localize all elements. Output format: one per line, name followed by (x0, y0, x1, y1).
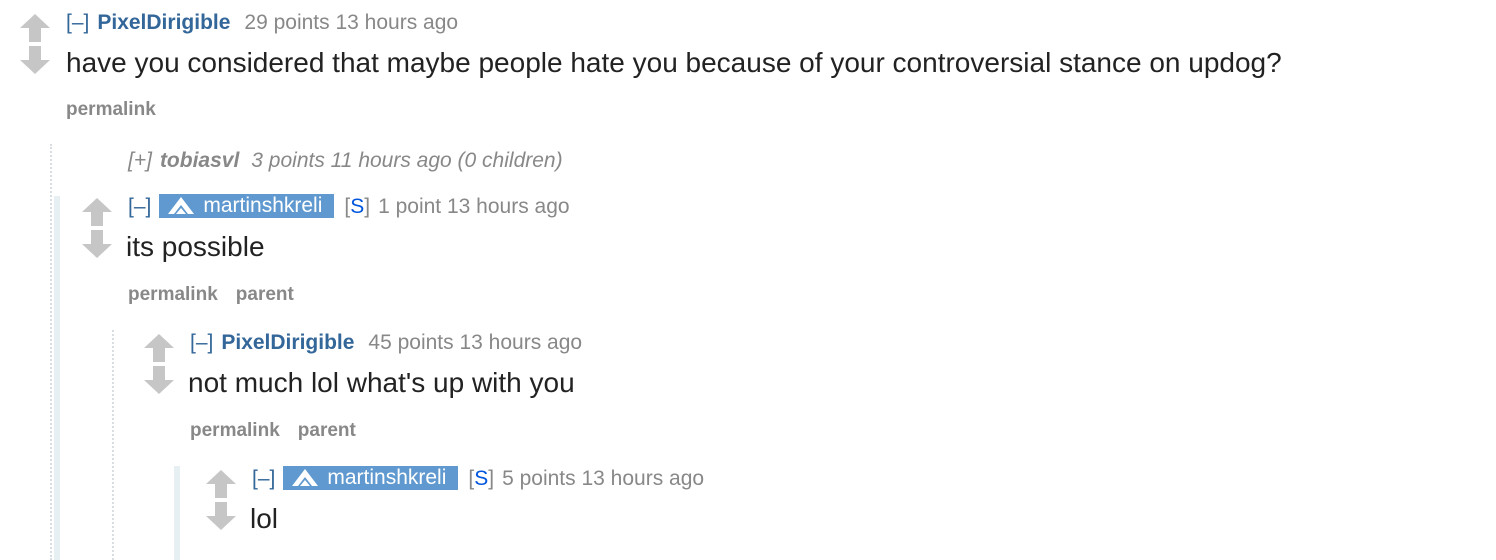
comment-meta: 5 points 13 hours ago (502, 467, 705, 490)
upvote-arrow-icon[interactable] (82, 198, 112, 226)
submitter-tag: [S] (344, 195, 371, 218)
collapse-toggle[interactable]: [–] (66, 11, 89, 34)
vote-controls (18, 12, 52, 76)
author-link: martinshkreli (327, 466, 447, 489)
comment-meta: 45 points 13 hours ago (368, 331, 583, 354)
comment-buttons: permalink parent (128, 283, 312, 307)
thread-line-op (174, 466, 180, 560)
comment-body: not much lol what's up with you (188, 367, 575, 398)
author-link[interactable]: PixelDirigible (97, 11, 230, 34)
submitter-link[interactable]: S (474, 467, 488, 490)
op-author-badge[interactable]: martinshkreli (159, 194, 335, 218)
downvote-arrow-icon[interactable] (82, 230, 112, 258)
parent-button[interactable]: parent (298, 420, 356, 441)
comment-tagline-collapsed: [+] tobiasvl 3 points 11 hours ago (0 chil… (128, 148, 563, 174)
upvote-arrow-icon[interactable] (206, 470, 236, 498)
downvote-arrow-icon[interactable] (20, 46, 50, 74)
comment-buttons: permalink parent (190, 419, 374, 443)
admin-shield-icon (165, 195, 197, 215)
thread-line-op (54, 196, 60, 560)
vote-controls (204, 468, 238, 532)
comment-tagline: [–] PixelDirigible 29 points 13 hours ago (66, 10, 458, 36)
collapse-toggle[interactable]: [–] (252, 467, 275, 490)
vote-controls (80, 196, 114, 260)
author-link[interactable]: PixelDirigible (221, 331, 354, 354)
expand-toggle[interactable]: [+] (128, 149, 152, 172)
parent-button[interactable]: parent (236, 284, 294, 305)
downvote-arrow-icon[interactable] (144, 366, 174, 394)
downvote-arrow-icon[interactable] (206, 502, 236, 530)
comment-meta: 1 point 13 hours ago (378, 195, 570, 218)
admin-shield-icon (289, 467, 321, 487)
upvote-arrow-icon[interactable] (144, 334, 174, 362)
comment-tagline: [–] martinshkreli [S] 1 point 13 hours ago (128, 194, 570, 220)
comment-tagline: [–] martinshkreli [S] 5 points 13 hours ago (252, 466, 704, 492)
collapse-toggle[interactable]: [–] (128, 195, 151, 218)
permalink-button[interactable]: permalink (128, 284, 218, 305)
submitter-tag: [S] (468, 467, 495, 490)
comment-meta: 29 points 13 hours ago (244, 11, 459, 34)
author-link: martinshkreli (203, 194, 323, 217)
comment-tagline: [–] PixelDirigible 45 points 13 hours ago (190, 330, 582, 356)
comment-thread: [–] PixelDirigible 29 points 13 hours ago … (0, 0, 1496, 560)
author-link[interactable]: tobiasvl (160, 149, 239, 172)
submitter-link[interactable]: S (350, 195, 364, 218)
comment-buttons: permalink (66, 98, 174, 122)
comment-body: have you considered that maybe people ha… (66, 47, 1282, 78)
permalink-button[interactable]: permalink (66, 99, 156, 120)
upvote-arrow-icon[interactable] (20, 14, 50, 42)
permalink-button[interactable]: permalink (190, 420, 280, 441)
comment-body: its possible (126, 231, 265, 262)
collapse-toggle[interactable]: [–] (190, 331, 213, 354)
vote-controls (142, 332, 176, 396)
op-author-badge[interactable]: martinshkreli (283, 466, 459, 490)
comment-body: lol (250, 503, 279, 534)
thread-line (112, 330, 116, 560)
comment-meta: 3 points 11 hours ago (0 children) (251, 149, 563, 172)
